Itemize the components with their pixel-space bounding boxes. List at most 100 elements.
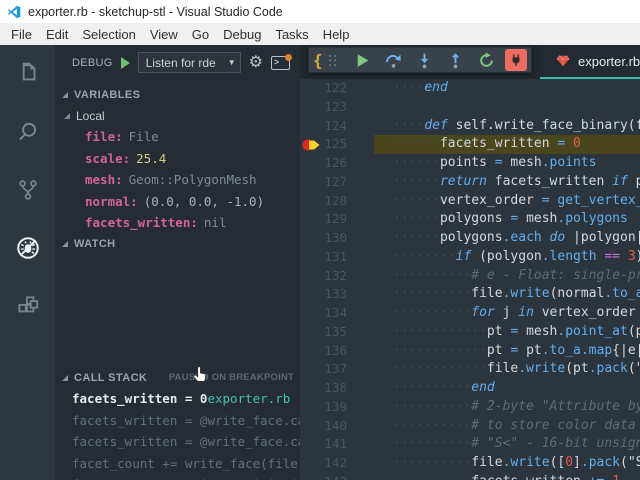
menu-item-tasks[interactable]: Tasks — [268, 25, 315, 44]
code-line: ··········end — [300, 379, 640, 398]
line-number[interactable]: 127 — [300, 173, 347, 192]
code-line — [300, 98, 640, 117]
line-number[interactable]: 138 — [300, 379, 347, 398]
line-number[interactable]: 133 — [300, 285, 347, 304]
activity-search[interactable] — [0, 103, 55, 161]
line-number[interactable]: 122 — [300, 79, 347, 98]
activity-extensions[interactable] — [0, 277, 55, 335]
activity-debug[interactable] — [0, 219, 55, 277]
menu-item-view[interactable]: View — [143, 25, 185, 44]
search-icon — [15, 119, 41, 145]
line-number[interactable]: 123 — [300, 98, 347, 117]
debug-console-icon[interactable]: > — [271, 56, 290, 70]
variable-row[interactable]: file:File — [55, 126, 300, 148]
code-line: ····end — [300, 79, 640, 98]
line-number[interactable]: 132 — [300, 267, 347, 286]
code-line: ··········# to store color data — [300, 417, 640, 436]
disconnect-button[interactable] — [505, 49, 527, 71]
line-number[interactable]: 142 — [300, 454, 347, 473]
debug-configuration-value: Listen for rde — [146, 56, 226, 70]
tab-exporter-rb[interactable]: exporter.rb — [543, 45, 640, 77]
code-editor[interactable]: ····end····def self.write_face_binary(fi… — [300, 79, 640, 480]
start-debugging-button[interactable] — [121, 57, 130, 69]
menu-item-edit[interactable]: Edit — [39, 25, 75, 44]
stack-frame-row[interactable]: facets_written = 0exporter.rb — [55, 388, 300, 410]
code-line: ··········# 2-byte "Attribute byte count… — [300, 398, 640, 417]
stack-frame-row[interactable]: facets_written = @write_face.call( — [55, 410, 300, 432]
code-line: ··········# e - Float: single-precision — [300, 267, 640, 286]
line-number[interactable]: 137 — [300, 360, 347, 379]
code-line: ········if (polygon.length == 3) — [300, 248, 640, 267]
variables-list: file:Filescale:25.4mesh:Geom::PolygonMes… — [55, 126, 300, 233]
stack-frame-row[interactable]: facet_count += write_entities(file — [55, 474, 300, 480]
menu-item-file[interactable]: File — [4, 25, 39, 44]
plug-icon — [509, 53, 523, 67]
code-line: ··········facets_written += 1 — [300, 473, 640, 480]
line-number[interactable]: 126 — [300, 154, 347, 173]
step-out-icon — [447, 52, 464, 69]
drag-handle[interactable] — [329, 55, 337, 66]
line-number[interactable]: 139 — [300, 398, 347, 417]
code-line: ··········file.write(normal.to_a.pack — [300, 285, 640, 304]
variable-row[interactable]: mesh:Geom::PolygonMesh — [55, 169, 300, 191]
step-over-button[interactable] — [378, 48, 409, 72]
line-number[interactable]: 136 — [300, 342, 347, 361]
gear-icon[interactable]: ⚙ — [249, 55, 263, 71]
step-out-button[interactable] — [440, 48, 471, 72]
play-icon — [354, 52, 371, 69]
line-number[interactable]: 135 — [300, 323, 347, 342]
activity-explorer[interactable] — [0, 45, 55, 103]
line-number[interactable]: 143 — [300, 473, 347, 480]
editor-group: exporter.rb { — [300, 45, 640, 480]
variables-section-header[interactable]: VARIABLES — [55, 84, 300, 105]
variable-name: file: — [85, 129, 123, 144]
variables-scope-local[interactable]: Local — [55, 105, 300, 126]
line-number[interactable]: 141 — [300, 435, 347, 454]
line-number[interactable]: 131 — [300, 248, 347, 267]
line-number[interactable]: 128 — [300, 192, 347, 211]
variable-name: mesh: — [85, 172, 123, 187]
frame-text: facets_written = 0 — [72, 391, 207, 406]
code-line: ······points = mesh.points — [300, 154, 640, 173]
step-into-button[interactable] — [409, 48, 440, 72]
window-title: exporter.rb - sketchup-stl - Visual Stud… — [28, 5, 283, 19]
line-number[interactable]: 129 — [300, 210, 347, 229]
menu-item-debug[interactable]: Debug — [216, 25, 268, 44]
menu-item-selection[interactable]: Selection — [75, 25, 142, 44]
continue-button[interactable] — [347, 48, 378, 72]
title-bar: exporter.rb - sketchup-stl - Visual Stud… — [0, 0, 640, 23]
twistie-icon — [62, 92, 68, 98]
line-number[interactable]: 124 — [300, 117, 347, 136]
code-line: ··········# "S<" - 16-bit unsigned — [300, 435, 640, 454]
variable-name: normal: — [85, 194, 138, 209]
menu-item-help[interactable]: Help — [316, 25, 357, 44]
variable-name: facets_written: — [85, 215, 198, 230]
variable-row[interactable]: facets_written:nil — [55, 212, 300, 233]
variable-row[interactable]: normal: (0.0, 0.0, -1.0) — [55, 191, 300, 213]
variable-value: (0.0, 0.0, -1.0) — [144, 194, 264, 209]
activity-source-control[interactable] — [0, 161, 55, 219]
watch-section-header[interactable]: WATCH — [55, 233, 300, 254]
line-number[interactable]: 140 — [300, 417, 347, 436]
code-line: ······polygons.each do |polygon| — [300, 229, 640, 248]
menu-item-go[interactable]: Go — [185, 25, 216, 44]
variable-row[interactable]: scale:25.4 — [55, 148, 300, 170]
call-stack-section-header[interactable]: CALL STACK PAUSED ON BREAKPOINT — [55, 367, 300, 388]
code-line: ······polygons = mesh.polygons — [300, 210, 640, 229]
twistie-icon — [62, 241, 68, 247]
breakpoint-current-line-icon[interactable] — [302, 138, 324, 152]
vscode-logo-icon — [7, 5, 21, 19]
watch-section-body — [55, 254, 300, 367]
stack-frame-row[interactable]: facets_written = @write_face.call( — [55, 431, 300, 453]
line-number[interactable]: 134 — [300, 304, 347, 323]
variable-value: 25.4 — [136, 151, 166, 166]
debug-sidebar: DEBUG Listen for rde ▼ ⚙ > VARIABLES Loc… — [55, 45, 300, 480]
debug-configuration-dropdown[interactable]: Listen for rde ▼ — [138, 52, 241, 73]
stack-frame-row[interactable]: facet_count += write_face(file, e — [55, 453, 300, 475]
brace-glyph: { — [313, 51, 323, 70]
restart-button[interactable] — [471, 48, 502, 72]
twistie-icon — [64, 113, 70, 119]
line-number[interactable]: 130 — [300, 229, 347, 248]
activity-bar — [0, 45, 55, 480]
debug-sidebar-toolbar: DEBUG Listen for rde ▼ ⚙ > — [55, 45, 300, 80]
